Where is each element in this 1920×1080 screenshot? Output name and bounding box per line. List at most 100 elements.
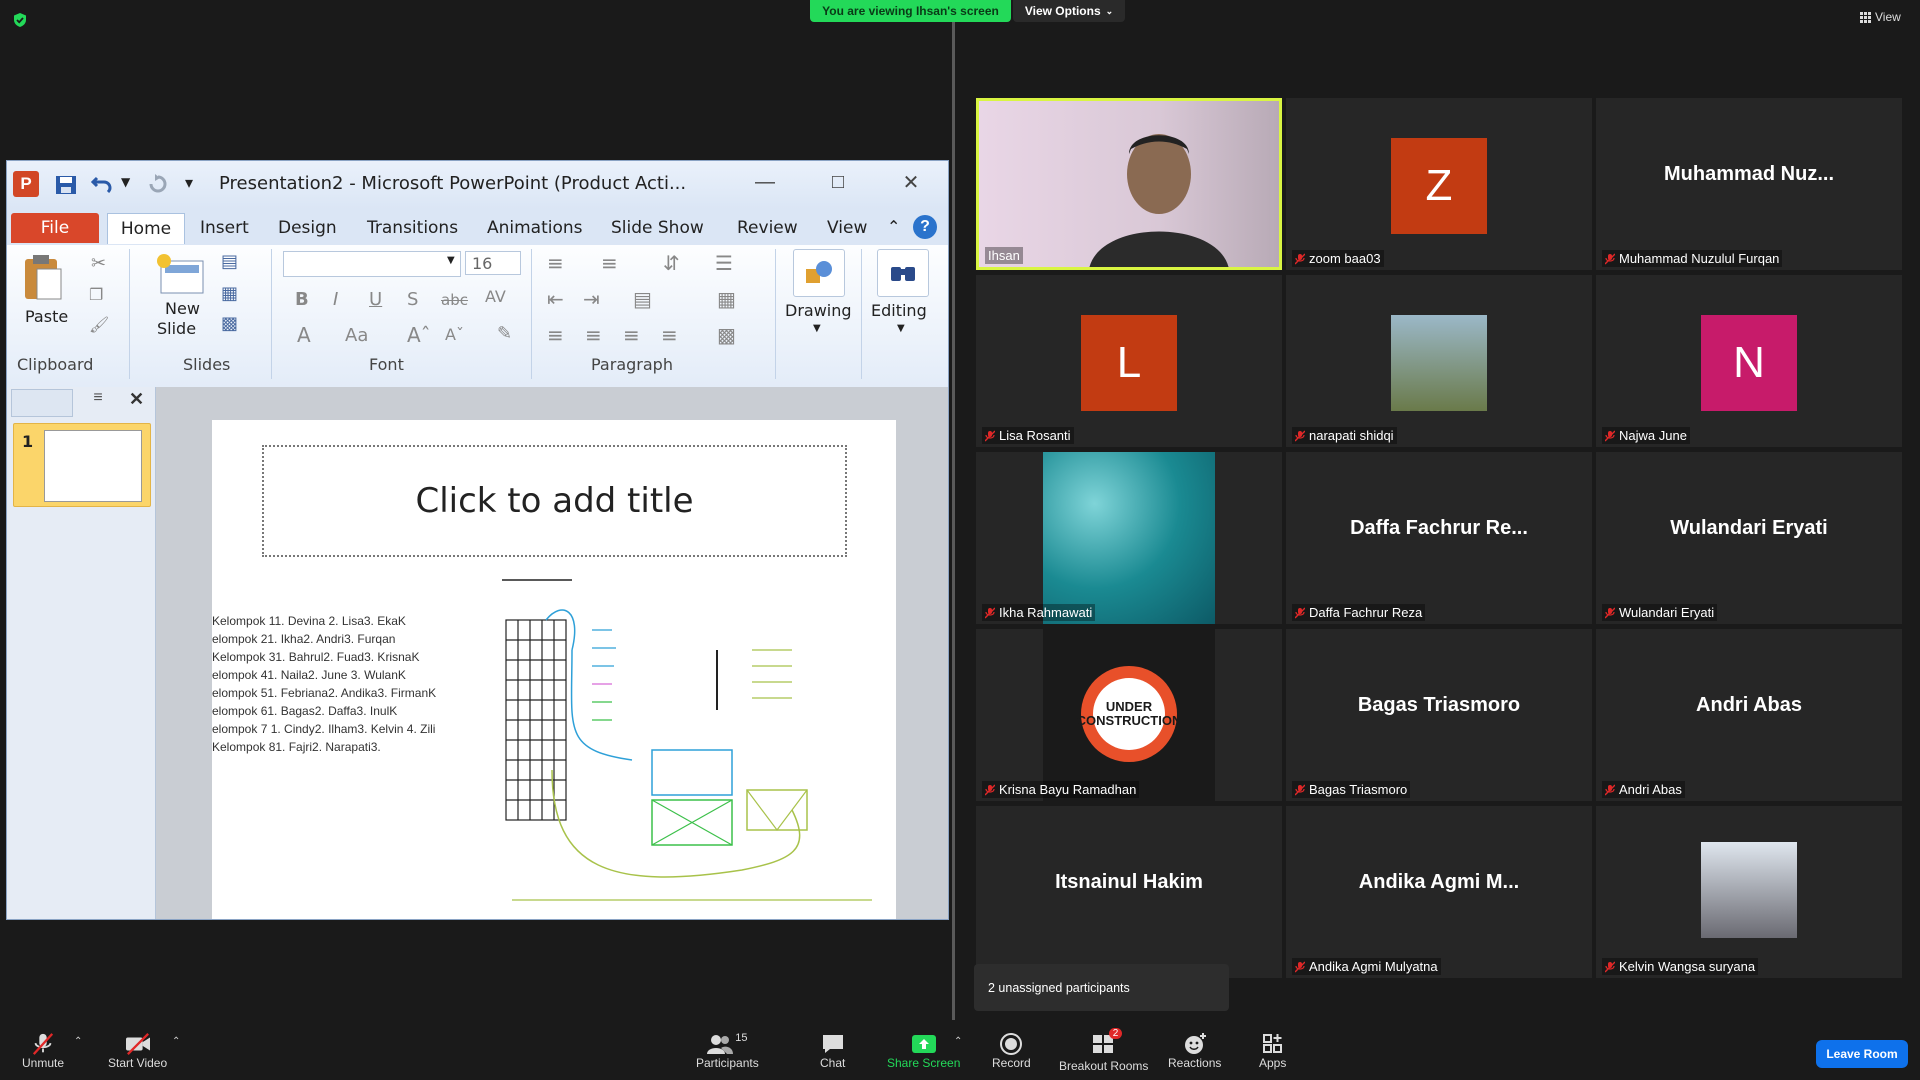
paste-button[interactable]: Paste xyxy=(25,307,68,326)
unassigned-participants-tooltip[interactable]: 2 unassigned participants xyxy=(974,964,1229,1011)
tab-animations[interactable]: Animations xyxy=(487,213,583,243)
participant-tile[interactable]: Wulandari Eryati Wulandari Eryati xyxy=(1596,452,1902,624)
cut-icon[interactable]: ✂ xyxy=(91,253,106,274)
chevron-down-icon[interactable]: ▼ xyxy=(897,323,905,334)
tab-slide-show[interactable]: Slide Show xyxy=(611,213,704,243)
participant-tile[interactable]: Muhammad Nuz... Muhammad Nuzulul Furqan xyxy=(1596,98,1902,270)
format-painter-icon[interactable]: 🖌 xyxy=(89,315,109,334)
maximize-button[interactable]: □ xyxy=(817,167,859,197)
collapse-ribbon-icon[interactable]: ⌃ xyxy=(887,217,900,236)
shadow-icon[interactable]: S xyxy=(407,289,418,310)
participants-button[interactable]: 15 Participants xyxy=(696,1032,759,1070)
chevron-down-icon[interactable]: ▼ xyxy=(813,323,821,334)
record-button[interactable]: Record xyxy=(992,1032,1031,1070)
participant-tile[interactable]: Kelvin Wangsa suryana xyxy=(1596,806,1902,978)
align-left-icon[interactable]: ≡ xyxy=(547,323,564,347)
splitter[interactable] xyxy=(952,22,955,1027)
columns-icon[interactable]: ☰ xyxy=(715,251,733,275)
smartart-icon[interactable]: ▩ xyxy=(717,323,736,347)
start-video-button[interactable]: Start Video xyxy=(108,1032,167,1070)
view-options-button[interactable]: View Options ⌄ xyxy=(1013,0,1125,22)
participant-tile[interactable]: Andika Agmi M... Andika Agmi Mulyatna xyxy=(1286,806,1592,978)
paste-icon[interactable] xyxy=(21,253,65,303)
save-icon[interactable] xyxy=(55,175,77,195)
hand-drawn-sketch[interactable] xyxy=(492,570,892,910)
undo-icon[interactable] xyxy=(91,174,113,194)
slide-canvas[interactable]: Click to add title Kelompok 11. Devina 2… xyxy=(212,420,896,919)
close-pane-icon[interactable]: ✕ xyxy=(129,389,144,410)
decrease-indent-icon[interactable]: ⇤ xyxy=(547,287,564,311)
participant-tile[interactable]: narapati shidqi xyxy=(1286,275,1592,447)
new-slide-button-line1[interactable]: New xyxy=(165,299,200,318)
minimize-button[interactable]: — xyxy=(744,167,786,197)
new-slide-icon[interactable] xyxy=(155,253,207,297)
close-button[interactable]: ✕ xyxy=(890,167,932,197)
slides-thumbnail-pane[interactable]: ≡ ✕ 1 xyxy=(7,387,156,919)
tab-design[interactable]: Design xyxy=(278,213,337,243)
participant-tile[interactable]: Bagas Triasmoro Bagas Triasmoro xyxy=(1286,629,1592,801)
share-options-caret-icon[interactable]: ⌃ xyxy=(954,1036,962,1047)
gallery-view-button[interactable]: View xyxy=(1860,10,1901,24)
character-spacing-icon[interactable]: AV xyxy=(485,287,506,306)
slide-thumbnail[interactable]: 1 xyxy=(13,423,151,507)
align-center-icon[interactable]: ≡ xyxy=(585,323,602,347)
strikethrough-icon[interactable]: abc xyxy=(441,291,468,309)
customize-toolbar-icon[interactable]: ▾ xyxy=(185,173,193,192)
copy-icon[interactable]: ❐ xyxy=(89,285,103,304)
align-text-icon[interactable]: ▦ xyxy=(717,287,736,311)
grow-font-icon[interactable]: Aˆ xyxy=(407,323,431,347)
chevron-down-icon[interactable]: ▼ xyxy=(121,175,130,189)
font-family-select[interactable] xyxy=(283,251,461,277)
chevron-down-icon[interactable]: ▼ xyxy=(447,255,455,266)
apps-button[interactable]: Apps xyxy=(1259,1032,1286,1070)
participant-tile[interactable]: Andri Abas Andri Abas xyxy=(1596,629,1902,801)
tab-insert[interactable]: Insert xyxy=(200,213,249,243)
participant-tile[interactable]: UNDER CONSTRUCTION Krisna Bayu Ramadhan xyxy=(976,629,1282,801)
clear-formatting-icon[interactable]: ✎ xyxy=(497,323,512,344)
participant-tile[interactable]: L Lisa Rosanti xyxy=(976,275,1282,447)
justify-icon[interactable]: ≡ xyxy=(661,323,678,347)
italic-icon[interactable]: I xyxy=(333,289,338,310)
text-direction-icon[interactable]: ▤ xyxy=(633,287,652,311)
shield-icon[interactable] xyxy=(12,12,28,28)
audio-options-caret-icon[interactable]: ⌃ xyxy=(74,1036,82,1047)
layout-icon[interactable]: ▤ xyxy=(221,251,238,272)
participant-tile[interactable]: Ikha Rahmawati xyxy=(976,452,1282,624)
participant-tile[interactable]: Daffa Fachrur Re... Daffa Fachrur Reza xyxy=(1286,452,1592,624)
breakout-rooms-button[interactable]: 2 Breakout Rooms xyxy=(1059,1028,1148,1073)
numbering-icon[interactable]: ≡ xyxy=(601,251,618,275)
find-icon[interactable] xyxy=(877,249,929,297)
new-slide-button-line2[interactable]: Slide xyxy=(157,319,196,338)
reset-icon[interactable]: ▦ xyxy=(221,283,238,304)
participant-tile[interactable]: Itsnainul Hakim xyxy=(976,806,1282,978)
bullets-icon[interactable]: ≡ xyxy=(547,251,564,275)
section-icon[interactable]: ▩ xyxy=(221,313,238,334)
tab-file[interactable]: File xyxy=(11,213,99,243)
participant-tile[interactable]: Zzoom baa03 xyxy=(1286,98,1592,270)
tab-home[interactable]: Home xyxy=(107,213,185,244)
title-placeholder[interactable]: Click to add title xyxy=(262,445,847,557)
drawing-shapes-icon[interactable] xyxy=(793,249,845,297)
help-icon[interactable]: ? xyxy=(913,215,937,239)
tab-transitions[interactable]: Transitions xyxy=(367,213,458,243)
unmute-button[interactable]: Unmute xyxy=(22,1032,64,1070)
shared-screen-powerpoint[interactable]: P ▼ ▾ Presentation2 - Microsoft PowerPoi… xyxy=(6,160,949,920)
participant-tile[interactable]: N Najwa June xyxy=(1596,275,1902,447)
chat-button[interactable]: Chat xyxy=(820,1032,845,1070)
bold-icon[interactable]: B xyxy=(295,289,309,310)
leave-room-button[interactable]: Leave Room xyxy=(1816,1040,1908,1068)
change-case-icon[interactable]: Aa xyxy=(345,325,368,346)
video-options-caret-icon[interactable]: ⌃ xyxy=(172,1036,180,1047)
reactions-button[interactable]: Reactions xyxy=(1168,1032,1221,1070)
align-right-icon[interactable]: ≡ xyxy=(623,323,640,347)
editing-button[interactable]: Editing xyxy=(871,301,927,320)
font-color-icon[interactable]: A xyxy=(297,323,311,347)
underline-icon[interactable]: U xyxy=(369,289,382,310)
tab-review[interactable]: Review xyxy=(737,213,798,243)
redo-icon[interactable] xyxy=(147,174,169,194)
increase-indent-icon[interactable]: ⇥ xyxy=(583,287,600,311)
slide-editing-area[interactable]: ≡ ✕ 1 Click to add title Kelompok 11. De… xyxy=(7,387,948,919)
participant-tile[interactable]: Ihsan xyxy=(976,98,1282,270)
tab-view[interactable]: View xyxy=(827,213,867,243)
line-spacing-icon[interactable]: ⇵ xyxy=(663,251,680,275)
